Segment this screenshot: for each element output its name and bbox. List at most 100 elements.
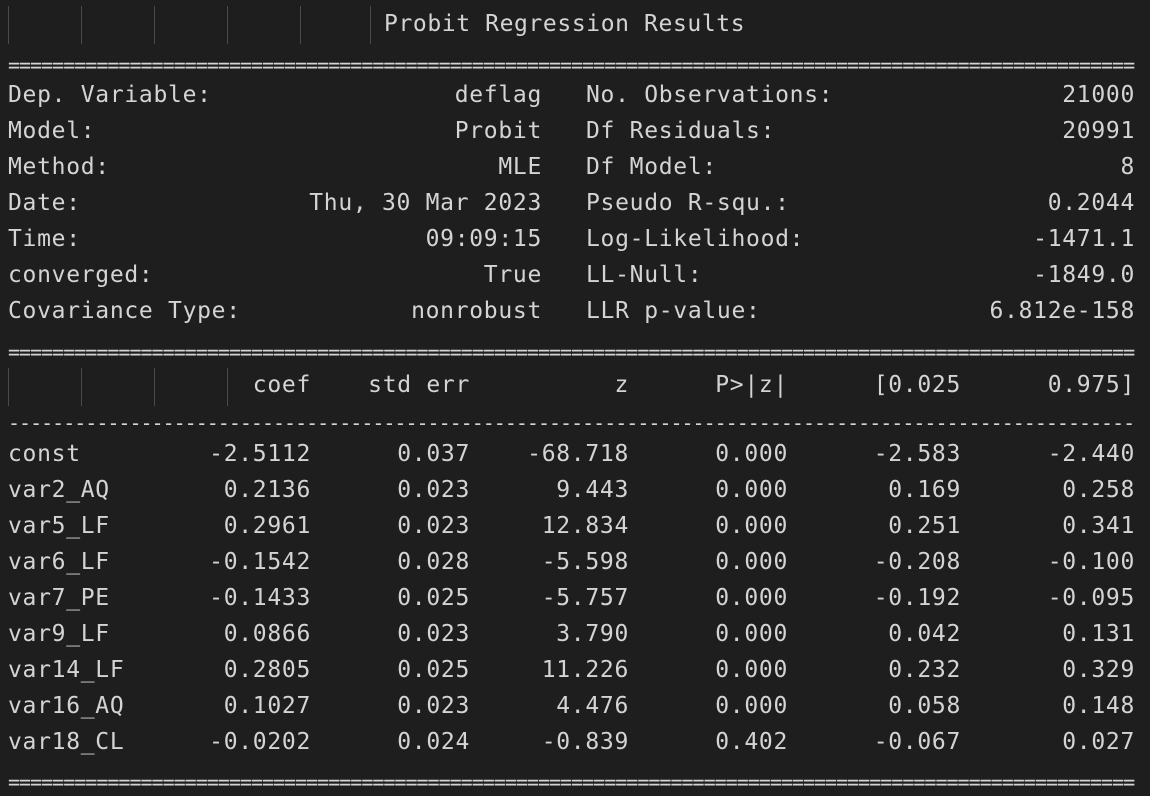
column-divider <box>227 368 228 406</box>
summary-label-2: Log-Likelihood: <box>586 226 805 252</box>
variable-name: var5_LF <box>8 513 110 539</box>
summary-label: Dep. Variable: <box>8 82 212 108</box>
p-value-cell: 0.402 <box>715 729 788 755</box>
summary-value: Probit <box>454 118 542 144</box>
z-cell: -5.598 <box>541 549 629 575</box>
summary-row: Method: MLE Df Model: 8 <box>0 154 1150 190</box>
p-value-cell: 0.000 <box>715 549 788 575</box>
summary-value-2: 20991 <box>1062 118 1135 144</box>
ci-high-cell: 0.329 <box>1062 657 1135 683</box>
variable-name: var7_PE <box>8 585 110 611</box>
summary-label-2: Df Model: <box>586 154 717 180</box>
coef-cell: -0.0202 <box>209 729 311 755</box>
coef-cell: 0.2961 <box>223 513 311 539</box>
variable-name: var2_AQ <box>8 477 110 503</box>
ci-low-cell: 0.058 <box>888 693 961 719</box>
ci-low-cell: -0.192 <box>873 585 961 611</box>
header-z: z <box>614 372 629 398</box>
summary-row: converged: True LL-Null: -1849.0 <box>0 262 1150 298</box>
column-divider <box>8 368 9 406</box>
summary-value: 09:09:15 <box>425 226 542 252</box>
std-err-cell: 0.024 <box>397 729 470 755</box>
std-err-cell: 0.028 <box>397 549 470 575</box>
std-err-cell: 0.025 <box>397 585 470 611</box>
table-row: var14_LF 0.2805 0.025 11.226 0.000 0.232 0.329 <box>0 657 1150 693</box>
header-ci-high: 0.975] <box>1047 372 1135 398</box>
std-err-cell: 0.023 <box>397 693 470 719</box>
ci-low-cell: 0.232 <box>888 657 961 683</box>
variable-name: const <box>8 441 81 467</box>
summary-value: Thu, 30 Mar 2023 <box>309 190 542 216</box>
header-p-value: P>|z| <box>715 372 788 398</box>
std-err-cell: 0.037 <box>397 441 470 467</box>
table-row: const -2.5112 0.037 -68.718 0.000 -2.583 -2.44… <box>0 441 1150 477</box>
ci-high-cell: 0.258 <box>1062 477 1135 503</box>
double-rule: ========================================… <box>8 772 1135 792</box>
coef-cell: 0.0866 <box>223 621 311 647</box>
summary-value: deflag <box>454 82 542 108</box>
summary-label: Time: <box>8 226 81 252</box>
ci-high-cell: 0.027 <box>1062 729 1135 755</box>
summary-row: Date: Thu, 30 Mar 2023 Pseudo R-squ.: 0.204… <box>0 190 1150 226</box>
column-divider <box>300 6 301 44</box>
summary-value-2: 6.812e-158 <box>989 298 1135 324</box>
variable-name: var14_LF <box>8 657 125 683</box>
column-divider <box>227 6 228 44</box>
coef-cell: 0.2805 <box>223 657 311 683</box>
column-divider <box>81 6 82 44</box>
p-value-cell: 0.000 <box>715 513 788 539</box>
summary-value-2: -1471.1 <box>1033 226 1135 252</box>
column-divider <box>81 368 82 406</box>
z-cell: -0.839 <box>541 729 629 755</box>
variable-name: var9_LF <box>8 621 110 647</box>
coef-cell: 0.2136 <box>223 477 311 503</box>
header-coef: coef <box>252 372 311 398</box>
summary-row: Model: Probit Df Residuals: 20991 <box>0 118 1150 154</box>
summary-value-2: 0.2044 <box>1047 190 1135 216</box>
std-err-cell: 0.023 <box>397 621 470 647</box>
summary-value: nonrobust <box>411 298 542 324</box>
double-rule: ========================================… <box>8 342 1135 362</box>
table-row: var16_AQ 0.1027 0.023 4.476 0.000 0.058 0.148 <box>0 693 1150 729</box>
header-std-err: std err <box>368 372 470 398</box>
summary-label-2: Pseudo R-squ.: <box>586 190 790 216</box>
column-divider <box>8 6 9 44</box>
summary-value-2: 8 <box>1120 154 1135 180</box>
summary-label-2: LLR p-value: <box>586 298 761 324</box>
variable-name: var6_LF <box>8 549 110 575</box>
summary-row: Dep. Variable: deflag No. Observations: 210… <box>0 82 1150 118</box>
z-cell: 11.226 <box>541 657 629 683</box>
title-row: Probit Regression Results <box>0 0 1150 52</box>
ci-low-cell: -0.067 <box>873 729 961 755</box>
header-row: coef std err z P>|z| [0.025 0.975] <box>0 368 1150 406</box>
summary-label-2: LL-Null: <box>586 262 703 288</box>
std-err-cell: 0.023 <box>397 477 470 503</box>
summary-label: Date: <box>8 190 81 216</box>
p-value-cell: 0.000 <box>715 585 788 611</box>
ci-low-cell: -0.208 <box>873 549 961 575</box>
single-rule: ----------------------------------------… <box>8 413 1135 433</box>
std-err-cell: 0.023 <box>397 513 470 539</box>
summary-value-2: -1849.0 <box>1033 262 1135 288</box>
ci-low-cell: 0.042 <box>888 621 961 647</box>
column-divider <box>154 6 155 44</box>
std-err-cell: 0.025 <box>397 657 470 683</box>
coef-cell: -0.1433 <box>209 585 311 611</box>
ci-high-cell: 0.341 <box>1062 513 1135 539</box>
z-cell: -68.718 <box>527 441 629 467</box>
summary-value: MLE <box>498 154 542 180</box>
column-divider <box>370 6 371 44</box>
double-rule: ========================================… <box>8 55 1135 75</box>
table-row: var9_LF 0.0866 0.023 3.790 0.000 0.042 0.131 <box>0 621 1150 657</box>
summary-value-2: 21000 <box>1062 82 1135 108</box>
ci-high-cell: -0.100 <box>1047 549 1135 575</box>
z-cell: 3.790 <box>556 621 629 647</box>
z-cell: -5.757 <box>541 585 629 611</box>
summary-label: Model: <box>8 118 96 144</box>
summary-row: Covariance Type: nonrobust LLR p-value: 6.8… <box>0 298 1150 334</box>
ci-high-cell: 0.148 <box>1062 693 1135 719</box>
table-row: var2_AQ 0.2136 0.023 9.443 0.000 0.169 0.258 <box>0 477 1150 513</box>
summary-label-2: No. Observations: <box>586 82 834 108</box>
summary-label: Method: <box>8 154 110 180</box>
table-row: var5_LF 0.2961 0.023 12.834 0.000 0.251 0.341 <box>0 513 1150 549</box>
